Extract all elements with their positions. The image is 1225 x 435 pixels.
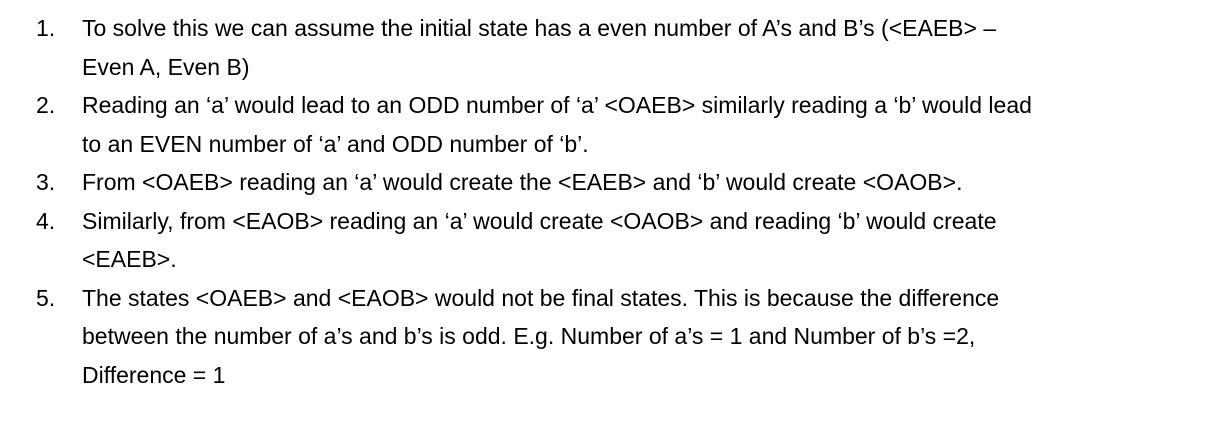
list-item: 5. The states <OAEB> and <EAOB> would no… [36,279,1216,395]
list-item-number: 5. [36,284,56,311]
numbered-list: 1. To solve this we can assume the initi… [36,9,1216,394]
list-item-number: 2. [36,92,56,118]
list-item-text-line: to an EVEN number of ‘a’ and ODD number … [82,130,589,157]
list-item-number: 1. [36,15,56,41]
document-page: 1. To solve this we can assume the initi… [0,0,1225,435]
list-item: 1. To solve this we can assume the initi… [36,9,1216,86]
list-item-number: 4. [36,207,56,234]
list-item-text-line: From <OAEB> reading an ‘a’ would create … [82,169,963,195]
list-item-number: 3. [36,169,56,195]
list-item: 4. Similarly, from <EAOB> reading an ‘a’… [36,202,1216,279]
list-item-text-line: between the number of a’s and b’s is odd… [82,323,976,349]
list-item-text-line: Reading an ‘a’ would lead to an ODD numb… [82,92,1032,118]
list-item-text-line: <EAEB>. [82,246,177,272]
list-item-text-line: Similarly, from <EAOB> reading an ‘a’ wo… [82,207,997,234]
list-item-text-line: To solve this we can assume the initial … [82,15,997,41]
list-item: 2. Reading an ‘a’ would lead to an ODD n… [36,86,1216,163]
list-item-text-line: The states <OAEB> and <EAOB> would not b… [82,284,1000,311]
list-item-text-line: Difference = 1 [82,361,226,388]
list-item: 3. From <OAEB> reading an ‘a’ would crea… [36,163,1216,202]
list-item-text-line: Even A, Even B) [82,53,250,80]
